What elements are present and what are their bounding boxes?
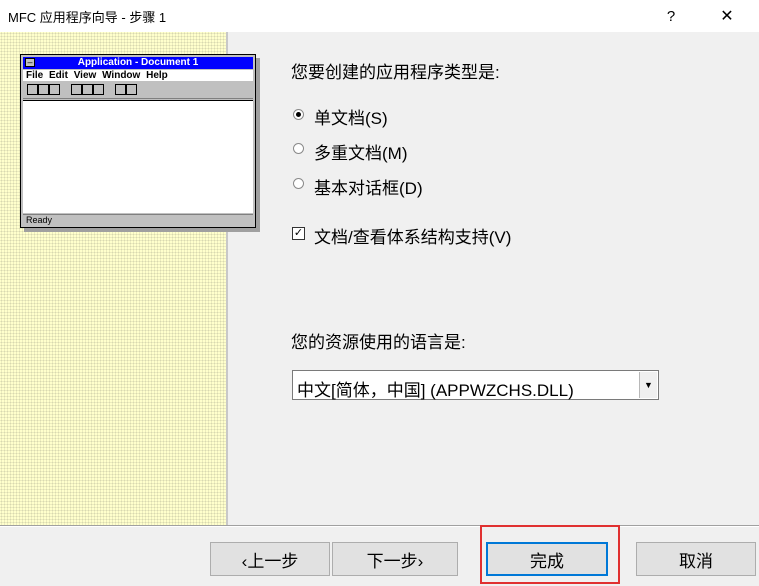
preview-tool-icon: [71, 84, 82, 95]
radio-multiple-documents-label[interactable]: 多重文档(M): [314, 139, 407, 164]
preview-titlebar: Application - Document 1 –: [23, 57, 253, 69]
footer-separator-highlight: [0, 526, 759, 527]
language-select[interactable]: 中文[简体，中国] (APPWZCHS.DLL) ▼: [292, 370, 659, 400]
preview-tool-icon: [93, 84, 104, 95]
radio-single-document-label[interactable]: 单文档(S): [314, 104, 388, 129]
preview-tool-icon: [49, 84, 60, 95]
app-preview-image: Application - Document 1 – File Edit Vie…: [20, 54, 256, 228]
preview-statusbar: Ready: [23, 214, 253, 225]
back-button[interactable]: ‹上一步: [210, 542, 330, 576]
radio-dialog-based-label[interactable]: 基本对话框(D): [314, 174, 423, 199]
preview-menu-window: Window: [102, 70, 141, 81]
preview-client-area: [23, 100, 253, 213]
docview-checkbox[interactable]: ✓: [292, 227, 305, 240]
language-prompt: 您的资源使用的语言是:: [291, 333, 466, 352]
close-button[interactable]: ✕: [702, 0, 752, 32]
help-button[interactable]: ?: [648, 0, 694, 32]
cancel-button[interactable]: 取消: [636, 542, 756, 576]
preview-tool-icon: [115, 84, 126, 95]
radio-single-document[interactable]: [293, 109, 304, 120]
docview-checkbox-label[interactable]: 文档/查看体系结构支持(V): [314, 223, 511, 248]
preview-system-menu-icon: –: [25, 58, 35, 67]
preview-tool-icon: [38, 84, 49, 95]
preview-menu-help: Help: [146, 70, 168, 81]
app-type-prompt: 您要创建的应用程序类型是:: [291, 63, 500, 82]
preview-tool-icon: [126, 84, 137, 95]
radio-multiple-documents[interactable]: [293, 143, 304, 154]
preview-title: Application - Document 1: [77, 57, 199, 68]
radio-dialog-based[interactable]: [293, 178, 304, 189]
preview-menu-file: File: [26, 70, 44, 81]
wizard-window: MFC 应用程序向导 - 步骤 1 ? ✕ Application - Docu…: [0, 0, 759, 586]
preview-menubar: File Edit View Window Help: [23, 70, 253, 81]
preview-tool-icon: [82, 84, 93, 95]
language-select-value: 中文[简体，中国] (APPWZCHS.DLL): [297, 381, 574, 400]
preview-menu-view: View: [73, 70, 97, 81]
preview-menu-edit: Edit: [49, 70, 68, 81]
preview-tool-icon: [27, 84, 38, 95]
next-button[interactable]: 下一步›: [332, 542, 458, 576]
finish-button[interactable]: 完成: [486, 542, 608, 576]
chevron-down-icon[interactable]: ▼: [639, 372, 657, 398]
title-bar: MFC 应用程序向导 - 步骤 1 ? ✕: [0, 0, 759, 32]
window-title: MFC 应用程序向导 - 步骤 1: [8, 10, 167, 25]
preview-toolbar: [23, 82, 253, 99]
